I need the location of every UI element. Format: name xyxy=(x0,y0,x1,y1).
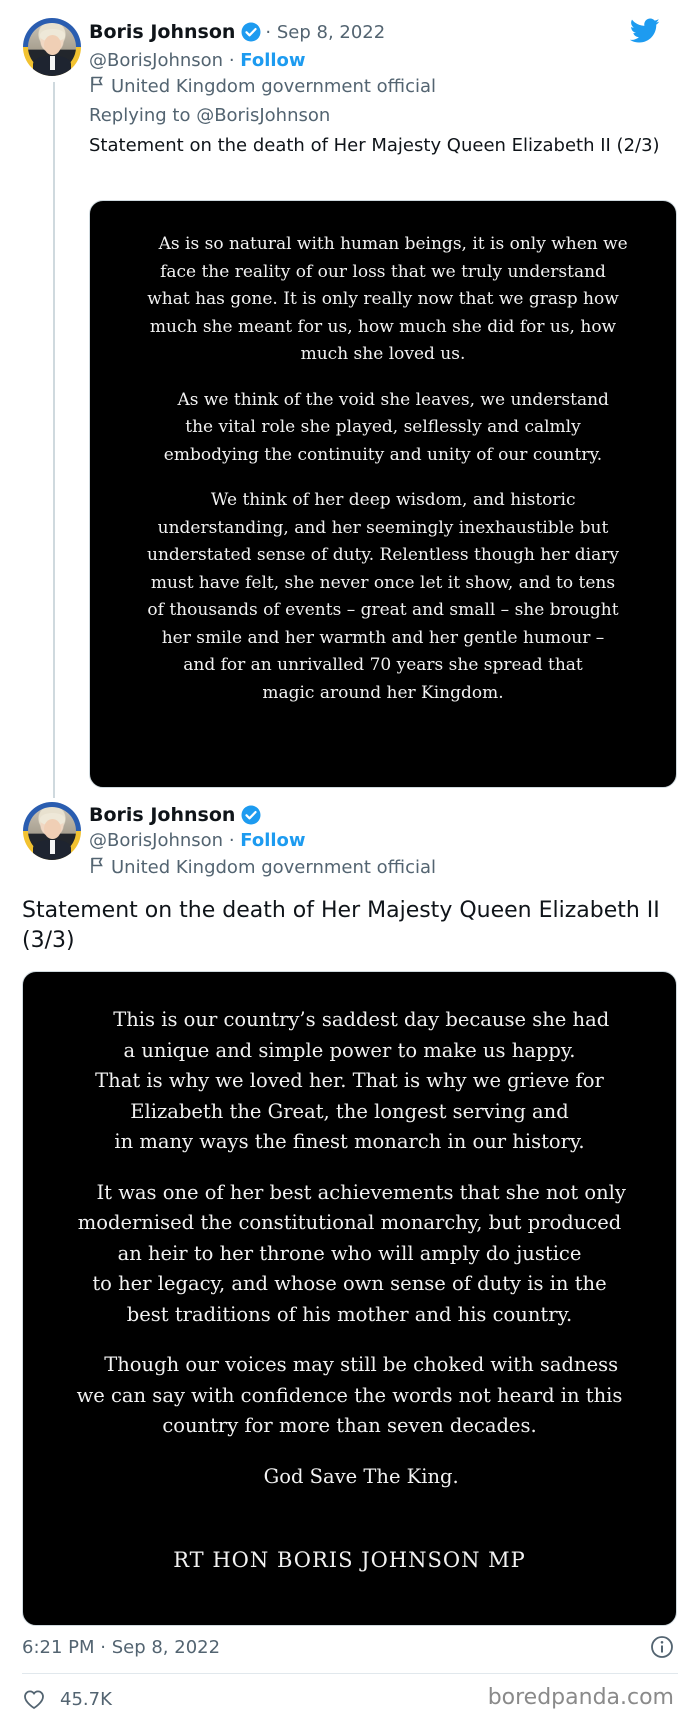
follow-button[interactable]: Follow xyxy=(240,830,305,851)
statement-line: what has gone. It is only really now tha… xyxy=(147,289,619,309)
tweet2-author-row: Boris Johnson xyxy=(89,804,261,826)
flag-icon xyxy=(89,856,105,879)
footer-divider xyxy=(22,1673,678,1674)
author-handle[interactable]: @BorisJohnson xyxy=(89,830,223,851)
statement-line: embodying the continuity and unity of ou… xyxy=(163,444,603,465)
follow-button[interactable]: Follow xyxy=(240,50,305,71)
statement-line: an heir to her throne who will amply do … xyxy=(117,1241,582,1265)
tweet1-author-row: Boris Johnson · Sep 8, 2022 xyxy=(89,21,385,43)
statement-line: It was one of her best achievements that… xyxy=(96,1180,626,1204)
statement-line: must have felt, she never once let it sh… xyxy=(150,572,616,593)
tweet1-handle-row: @BorisJohnson · Follow xyxy=(89,50,306,71)
statement-line: magic around her Kingdom. xyxy=(262,682,504,703)
statement-line: and for an unrivalled 70 years she sprea… xyxy=(183,655,583,675)
statement-line: understanding, and her seemingly inexhau… xyxy=(157,517,609,538)
author-handle[interactable]: @BorisJohnson xyxy=(89,50,223,71)
thread-connector-line xyxy=(53,82,55,798)
statement-line: we can say with confidence the words not… xyxy=(76,1383,623,1407)
statement-line: of thousands of events – great and small… xyxy=(147,600,619,620)
tweet-text: Statement on the death of Her Majesty Qu… xyxy=(22,898,660,953)
statement-line: God Save The King. xyxy=(263,1464,459,1488)
statement-line: understated sense of duty. Relentless th… xyxy=(147,545,619,565)
statement-line: country for more than seven decades. xyxy=(162,1414,537,1437)
verified-badge-icon xyxy=(241,22,261,42)
heart-icon[interactable] xyxy=(22,1688,46,1710)
statement-line: much she meant for us, how much she did … xyxy=(149,316,617,337)
statement-line: in many ways the finest monarch in our h… xyxy=(114,1130,585,1153)
likes-row[interactable]: 45.7K xyxy=(22,1688,112,1710)
handle-separator: · xyxy=(228,830,235,851)
statement-image[interactable]: As is so natural with human beings, it i… xyxy=(89,200,677,788)
author-name[interactable]: Boris Johnson xyxy=(89,804,235,826)
statement-line: to her legacy, and whose own sense of du… xyxy=(92,1272,607,1295)
watermark-text: boredpanda.com xyxy=(487,1685,674,1710)
tweet-date[interactable]: · Sep 8, 2022 xyxy=(265,22,385,43)
avatar[interactable] xyxy=(23,802,81,860)
author-name[interactable]: Boris Johnson xyxy=(89,21,235,43)
statement-line: We think of her deep wisdom, and histori… xyxy=(210,490,576,510)
statement-image[interactable]: This is our country’s saddest day becaus… xyxy=(22,971,677,1626)
statement-signature: RT HON BORIS JOHNSON MP xyxy=(173,1548,526,1572)
statement-line: As we think of the void she leaves, we u… xyxy=(177,389,609,410)
tweet-text: Statement on the death of Her Majesty Qu… xyxy=(89,135,660,156)
statement-line: her smile and her warmth and her gentle … xyxy=(161,627,605,648)
tweet2-gov-label: United Kingdom government official xyxy=(89,856,436,879)
statement-line: face the reality of our loss that we tru… xyxy=(160,261,606,282)
info-icon[interactable] xyxy=(650,1635,674,1663)
avatar[interactable] xyxy=(23,18,81,76)
handle-separator: · xyxy=(228,50,235,71)
statement-line: best traditions of his mother and his co… xyxy=(126,1302,573,1326)
statement-line: As is so natural with human beings, it i… xyxy=(158,234,628,254)
like-count: 45.7K xyxy=(60,1688,112,1710)
statement-line: Though our voices may still be choked wi… xyxy=(104,1353,619,1376)
gov-label-text[interactable]: United Kingdom government official xyxy=(111,76,436,97)
tweet2-handle-row: @BorisJohnson · Follow xyxy=(89,830,306,851)
tweet1-gov-label: United Kingdom government official xyxy=(89,75,436,98)
gov-label-text[interactable]: United Kingdom government official xyxy=(111,857,436,878)
statement-line: the vital role she played, selflessly an… xyxy=(185,417,581,437)
replying-to[interactable]: Replying to @BorisJohnson xyxy=(89,105,330,126)
flag-icon xyxy=(89,75,105,98)
statement-line: modernised the constitutional monarchy, … xyxy=(77,1211,622,1234)
statement-line: much she loved us. xyxy=(300,344,466,364)
statement-line: Elizabeth the Great, the longest serving… xyxy=(130,1099,569,1123)
statement-line: This is our country’s saddest day becaus… xyxy=(113,1008,610,1031)
statement-line: That is why we loved her. That is why we… xyxy=(95,1069,604,1092)
statement-line: a unique and simple power to make us hap… xyxy=(123,1038,576,1062)
twitter-bird-icon[interactable] xyxy=(629,18,660,48)
tweet-timestamp[interactable]: 6:21 PM · Sep 8, 2022 xyxy=(22,1637,220,1658)
verified-badge-icon xyxy=(241,805,261,825)
